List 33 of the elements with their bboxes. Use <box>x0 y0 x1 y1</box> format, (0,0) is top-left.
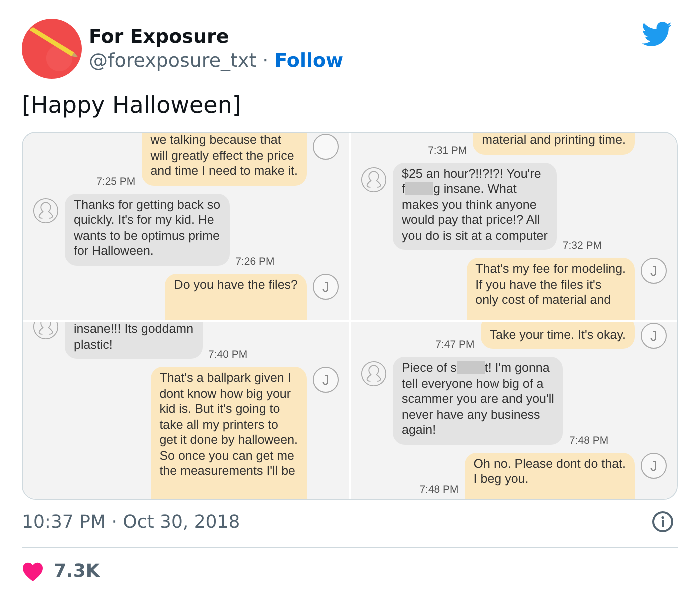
outgoing-message: That's my fee for modeling. If you have the files it's only cost of material and <box>466 258 635 320</box>
incoming-message: Piece of s t! I'm gonna tell everyone how big of a scammer you are and you'll never have any business again! <box>393 357 564 444</box>
contact-avatar: J <box>641 258 667 284</box>
tweet-text: [Happy Halloween] <box>22 93 242 119</box>
contact-avatar: J <box>641 323 667 349</box>
contact-avatar: J <box>313 274 339 300</box>
message-time: 7:26 PM <box>236 256 275 268</box>
tweet-timestamp[interactable]: 10:37 PM · Oct 30, 2018 <box>22 512 240 532</box>
author-name: For Exposure <box>89 26 230 48</box>
separator: · <box>262 50 269 72</box>
message-time: 7:48 PM <box>420 484 459 496</box>
message-time: 7:47 PM <box>436 339 475 351</box>
outgoing-message: material and printing time. <box>473 133 635 154</box>
message-time: 7:31 PM <box>428 144 468 156</box>
outgoing-message: That's a ballpark given I dont know how big your kid is. But it's going to take all my printers to get it done by halloween. So once you can get me the measurements I'll be <box>150 367 307 499</box>
heart-icon[interactable] <box>22 562 44 582</box>
incoming-message: insane!!! Its goddamn plastic! <box>65 322 203 359</box>
message-time: 7:32 PM <box>562 240 602 252</box>
outgoing-message: Oh no. Please dont do that. I beg you. <box>464 452 635 499</box>
like-count: 7.3K <box>54 561 100 582</box>
message-time: 7:25 PM <box>96 176 136 188</box>
message-time: 7:48 PM <box>569 434 609 446</box>
outgoing-message: Do you have the files? <box>165 274 307 320</box>
contact-avatar: J <box>313 367 339 393</box>
contact-avatar: J <box>641 452 667 478</box>
author-handle: @forexposure_txt <box>89 50 257 72</box>
bird-icon[interactable] <box>642 22 672 47</box>
outgoing-message: we talking because that will greatly effect the price and time I need to make it. <box>142 133 307 186</box>
follow-link[interactable]: Follow <box>274 50 344 72</box>
info-icon[interactable] <box>652 511 674 533</box>
outgoing-message: Take your time. It's okay. <box>480 322 635 349</box>
incoming-message: Thanks for getting back so quickly. It's for my kid. He wants to be optimus prime for Halloween. <box>65 194 230 266</box>
message-time: 7:40 PM <box>208 349 248 361</box>
